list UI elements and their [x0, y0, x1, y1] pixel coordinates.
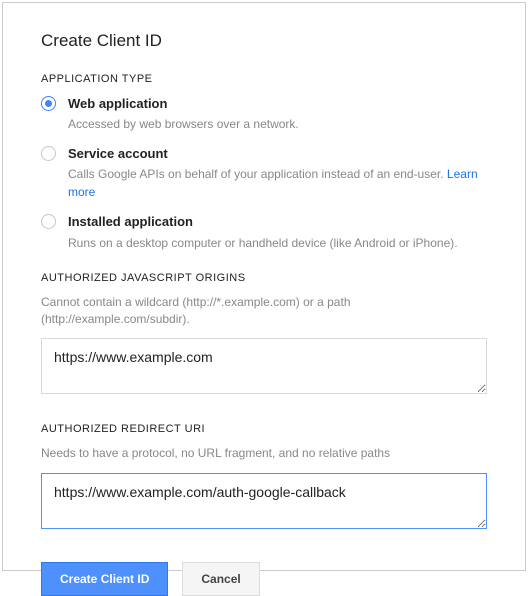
- button-row: Create Client ID Cancel: [41, 562, 487, 596]
- create-client-id-dialog: Create Client ID APPLICATION TYPE Web ap…: [2, 2, 526, 571]
- js-origins-label: AUTHORIZED JAVASCRIPT ORIGINS: [41, 272, 487, 284]
- radio-label: Web application: [68, 95, 487, 113]
- radio-installed-application[interactable]: Installed application Runs on a desktop …: [41, 213, 487, 251]
- redirect-uri-input[interactable]: [41, 473, 487, 529]
- application-type-group: Web application Accessed by web browsers…: [41, 95, 487, 252]
- create-client-id-button[interactable]: Create Client ID: [41, 562, 168, 596]
- cancel-button[interactable]: Cancel: [182, 562, 259, 596]
- application-type-label: APPLICATION TYPE: [41, 73, 487, 85]
- radio-description: Runs on a desktop computer or handheld d…: [68, 234, 487, 252]
- radio-button-icon: [41, 214, 56, 229]
- dialog-title: Create Client ID: [41, 31, 487, 51]
- radio-button-icon: [41, 96, 56, 111]
- radio-label: Installed application: [68, 213, 487, 231]
- radio-service-account[interactable]: Service account Calls Google APIs on beh…: [41, 145, 487, 201]
- radio-button-icon: [41, 146, 56, 161]
- redirect-uri-description: Needs to have a protocol, no URL fragmen…: [41, 445, 487, 462]
- redirect-uri-label: AUTHORIZED REDIRECT URI: [41, 423, 487, 435]
- radio-description: Accessed by web browsers over a network.: [68, 115, 487, 133]
- radio-dot-icon: [45, 100, 52, 107]
- js-origins-description: Cannot contain a wildcard (http://*.exam…: [41, 294, 487, 329]
- radio-label: Service account: [68, 145, 487, 163]
- radio-description: Calls Google APIs on behalf of your appl…: [68, 165, 487, 201]
- radio-web-application[interactable]: Web application Accessed by web browsers…: [41, 95, 487, 133]
- js-origins-input[interactable]: [41, 338, 487, 394]
